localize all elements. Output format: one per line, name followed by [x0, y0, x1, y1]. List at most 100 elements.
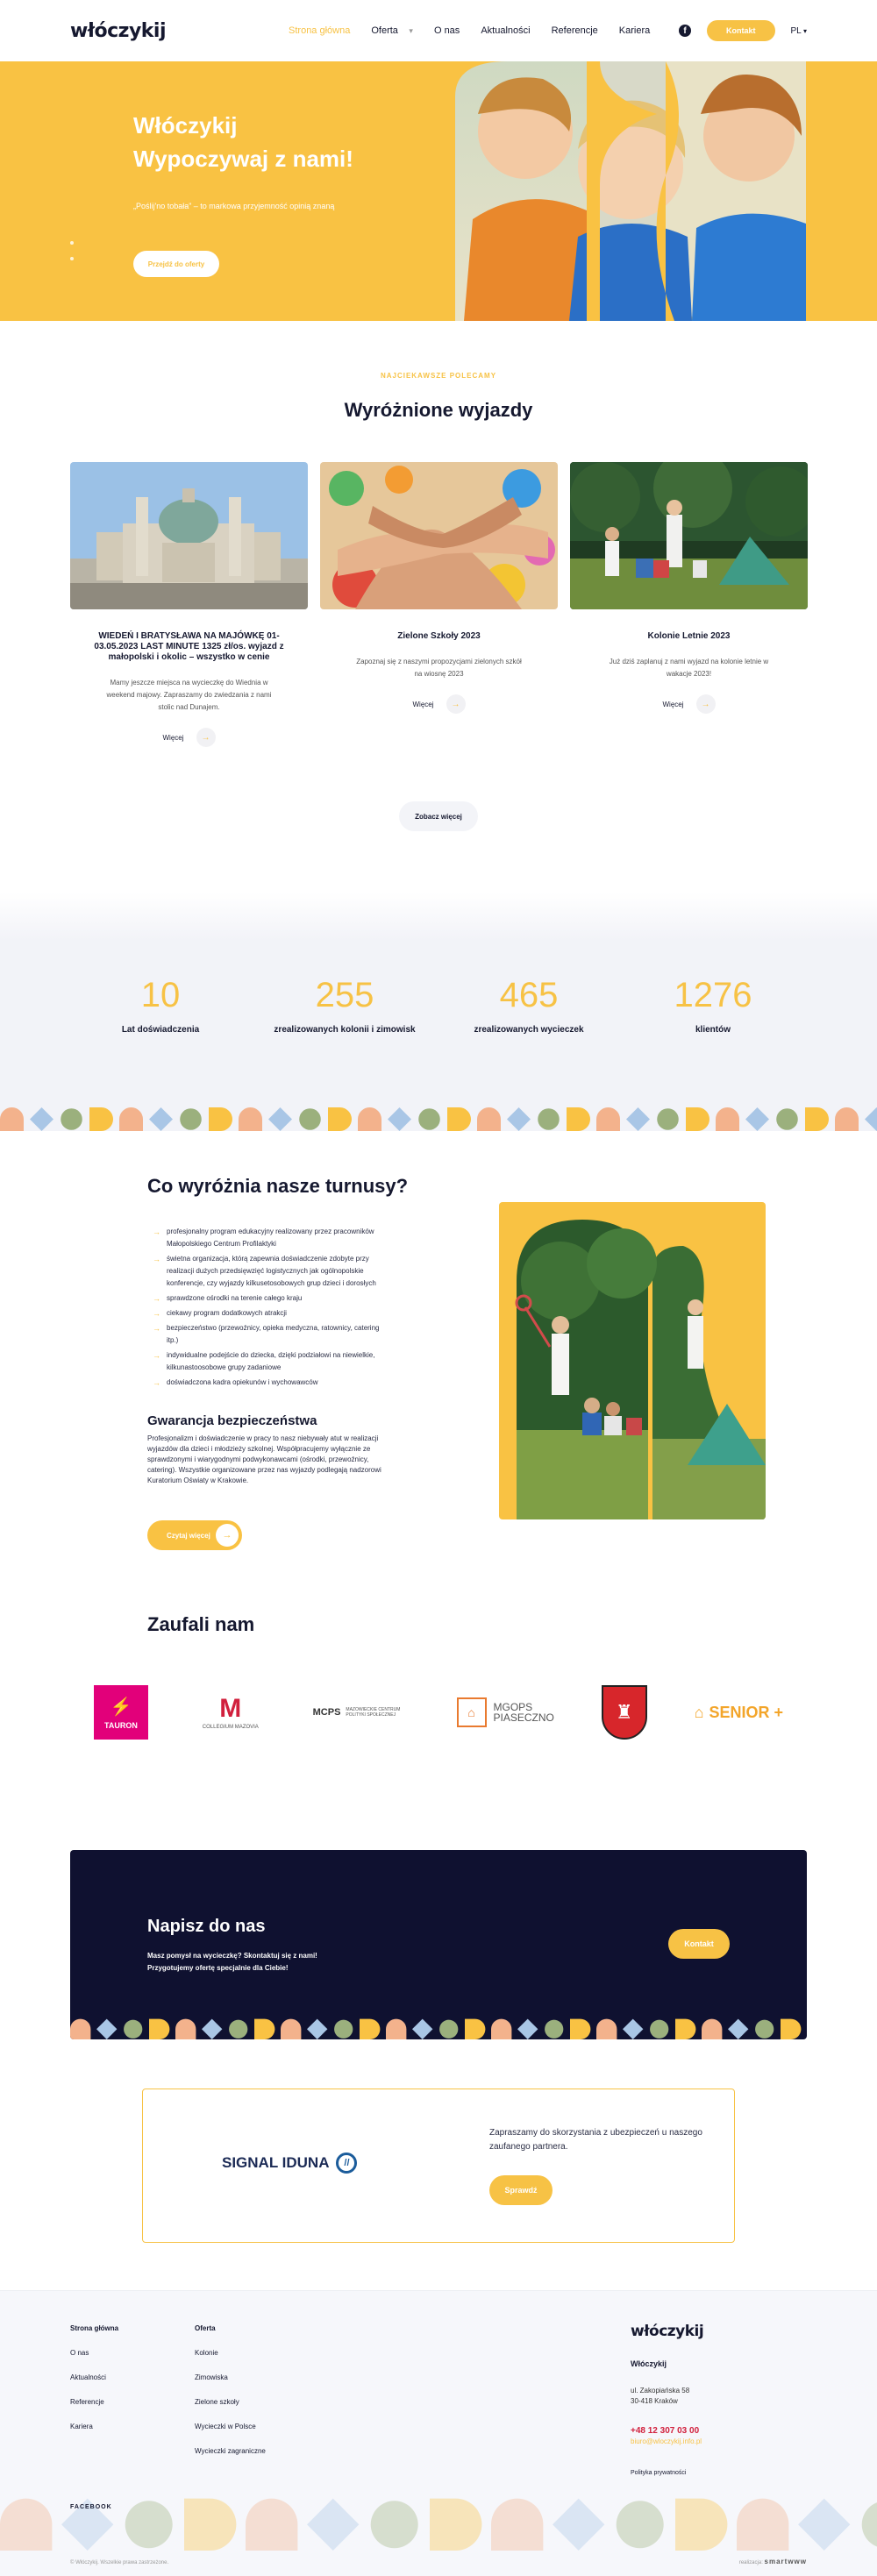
mazovia-logo-text: COLLEGIUM MAZOVIA: [202, 1724, 259, 1730]
footer-link[interactable]: Zimowiska: [195, 2373, 266, 2381]
more-label: Więcej: [162, 733, 184, 742]
menu-item-news[interactable]: Aktualności: [481, 25, 530, 36]
senior-plus-logo: ⌂ SENIOR +: [695, 1683, 783, 1741]
decorative-shape: [175, 2018, 196, 2039]
footer-facebook-link[interactable]: FACEBOOK: [70, 2504, 112, 2510]
trip-card-title[interactable]: Kolonie Letnie 2023: [570, 631, 808, 642]
more-label: Więcej: [662, 700, 684, 708]
bolt-icon: ⚡: [110, 1697, 132, 1717]
decorative-shape: [491, 2498, 544, 2551]
decorative-shape: [702, 2018, 723, 2039]
menu-item-home[interactable]: Strona główna: [289, 25, 350, 36]
hero-text: Włóczykij Wypoczywaj z nami! „Poślij'no …: [133, 109, 414, 210]
facebook-icon[interactable]: f: [679, 25, 692, 37]
language-selector[interactable]: PL: [791, 26, 807, 36]
trip-card-more-link[interactable]: Więcej →: [162, 728, 216, 747]
footer-logo[interactable]: włóczykij: [631, 2323, 704, 2340]
decorative-shape: [477, 1107, 501, 1131]
contact-button[interactable]: Kontakt: [707, 20, 775, 41]
footer-link[interactable]: O nas: [70, 2349, 118, 2357]
features-list: profesjonalny program edukacyjny realizo…: [153, 1226, 389, 1391]
footer-link[interactable]: Oferta: [195, 2324, 266, 2332]
site-logo[interactable]: włóczykij: [70, 20, 167, 42]
footer-link[interactable]: Wycieczki w Polsce: [195, 2423, 266, 2430]
decorative-shape: [388, 1107, 411, 1131]
footer-link[interactable]: Referencje: [70, 2398, 118, 2406]
decorative-shape: [553, 2498, 605, 2551]
menu-item-career[interactable]: Kariera: [619, 25, 650, 36]
footer-link[interactable]: Strona główna: [70, 2324, 118, 2332]
decorative-shape: [675, 2018, 696, 2039]
trip-card[interactable]: Zielone Szkoły 2023 Zapoznaj się z naszy…: [320, 462, 558, 747]
trip-card[interactable]: Kolonie Letnie 2023 Już dziś zaplanuj z …: [570, 449, 816, 747]
read-more-button[interactable]: Czytaj więcej →: [147, 1520, 242, 1550]
decorative-shape: [307, 2498, 360, 2551]
featured-trips-section: NAJCIEKAWSZE POLECAMY Wyróżnione wyjazdy…: [0, 321, 877, 831]
footer-link[interactable]: Aktualności: [70, 2373, 118, 2381]
trip-card[interactable]: WIEDEŃ I BRATYSŁAWA NA MAJÓWKĘ 01-03.05.…: [70, 462, 308, 747]
hero-offer-button[interactable]: Przejdź do oferty: [133, 251, 219, 277]
footer-phone[interactable]: +48 12 307 03 00: [631, 2426, 703, 2436]
hero-slider-dots[interactable]: [70, 241, 74, 273]
insurance-check-button[interactable]: Sprawdź: [489, 2175, 553, 2205]
trip-card-title[interactable]: WIEDEŃ I BRATYSŁAWA NA MAJÓWKĘ 01-03.05.…: [70, 631, 308, 663]
menu-item-references[interactable]: Referencje: [552, 25, 598, 36]
decorative-shape: [61, 1108, 82, 1130]
footer-link[interactable]: Wycieczki zagraniczne: [195, 2447, 266, 2455]
hero-photo-children: [455, 61, 806, 321]
see-more-button[interactable]: Zobacz więcej: [399, 801, 478, 831]
trusted-by-section: Zaufali nam ⚡ TAURON M COLLEGIUM MAZOVIA M…: [0, 1587, 877, 1850]
nav-actions: f Kontakt PL: [679, 20, 807, 41]
menu-item-offer[interactable]: Oferta: [371, 25, 413, 36]
site-footer: Strona główna O nas Aktualności Referenc…: [0, 2290, 877, 2576]
decorative-shape: [209, 1107, 232, 1131]
footer-link[interactable]: Kariera: [70, 2423, 118, 2430]
stat-label: klientów: [695, 1025, 731, 1035]
menu-item-about[interactable]: O nas: [434, 25, 460, 36]
tauron-logo-text: TAURON: [104, 1720, 138, 1730]
arrow-right-icon: →: [196, 728, 216, 747]
contact-text: Masz pomysł na wycieczkę? Skontaktuj się…: [147, 1952, 317, 1972]
stat-item: 465 zrealizowanych wycieczek: [438, 976, 619, 1035]
trip-card-image-vienna[interactable]: [70, 462, 308, 609]
contact-title: Napisz do nas: [147, 1917, 266, 1936]
decorative-shape: [70, 2018, 91, 2039]
trip-card-more-link[interactable]: Więcej →: [662, 694, 716, 714]
footer-address: ul. Zakopiańska 58 30-418 Kraków: [631, 2386, 703, 2407]
trip-card-title[interactable]: Zielone Szkoły 2023: [320, 631, 558, 642]
footer-email[interactable]: biuro@wloczykij.info.pl: [631, 2437, 703, 2445]
mgops-line2: PIASECZNO: [493, 1711, 554, 1724]
more-label: Więcej: [412, 700, 434, 708]
trip-card-description: Mamy jeszcze miejsca na wycieczkę do Wie…: [106, 679, 272, 711]
footer-link[interactable]: Zielone szkoły: [195, 2398, 266, 2406]
trip-card-image-camp[interactable]: [570, 449, 816, 609]
trip-card-more-link[interactable]: Więcej →: [412, 694, 466, 714]
mcps-logo-text: MCPS: [312, 1707, 341, 1718]
arrow-right-icon: →: [695, 694, 716, 714]
footer-link[interactable]: Kolonie: [195, 2349, 266, 2357]
privacy-policy-link[interactable]: Polityka prywatności: [631, 2470, 703, 2476]
decorative-shape: [567, 1107, 590, 1131]
trip-card-image-hands[interactable]: [320, 462, 558, 609]
hero-title-line2: Wypoczywaj z nami!: [133, 146, 353, 172]
decorative-shape: [430, 2498, 482, 2551]
decorative-shape: [861, 2502, 877, 2547]
trip-card-description: Zapoznaj się z naszymi propozycjami ziel…: [356, 658, 522, 678]
decorative-shapes-band: [70, 2018, 802, 2039]
guarantee-text: Profesjonalizm i doświadczenie w pracy t…: [147, 1434, 381, 1484]
contact-banner-button[interactable]: Kontakt: [668, 1929, 730, 1959]
read-more-label: Czytaj więcej: [167, 1531, 210, 1540]
featured-title: Wyróżnione wyjazdy: [344, 399, 533, 421]
feature-item: świetna organizacja, którą zapewnia dośw…: [153, 1253, 389, 1290]
decorative-shape: [412, 2018, 433, 2039]
hero-title: Włóczykij Wypoczywaj z nami!: [133, 109, 414, 175]
decorative-shape: [149, 1107, 173, 1131]
footer-menu-main: Strona główna O nas Aktualności Referenc…: [70, 2324, 118, 2447]
decorative-shape: [334, 2019, 353, 2039]
decorative-shape: [657, 1108, 679, 1130]
footer-made-by[interactable]: realizacja: smartwww: [739, 2558, 807, 2565]
decorative-shape: [281, 2018, 302, 2039]
decorative-shape: [507, 1107, 531, 1131]
stat-value: 1276: [674, 976, 752, 1014]
decorative-shape: [307, 2018, 328, 2039]
